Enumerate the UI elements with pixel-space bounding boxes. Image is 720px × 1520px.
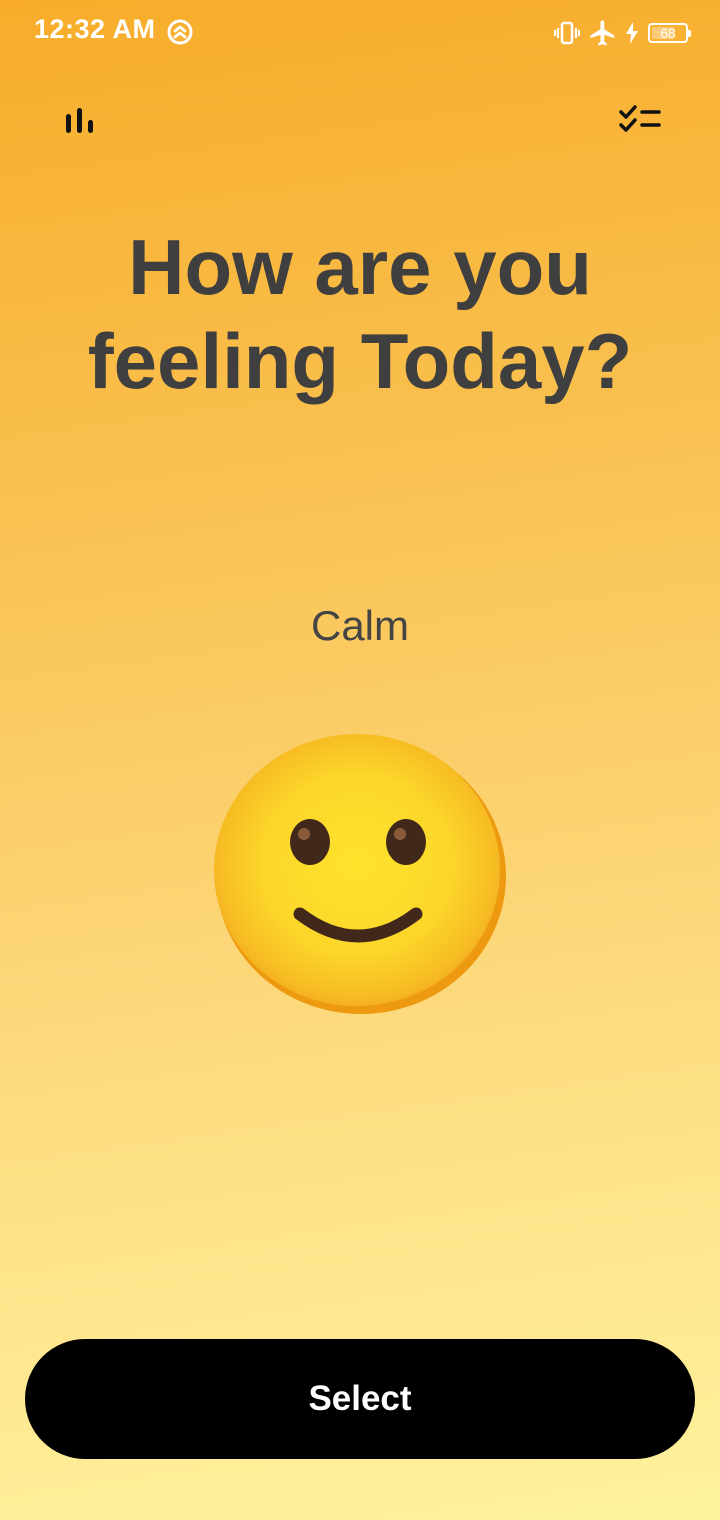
bar-chart-icon: [66, 108, 93, 133]
battery-level: 68: [660, 25, 676, 41]
title-line-1: How are you: [128, 223, 592, 311]
title-line-2: feeling Today?: [87, 317, 633, 405]
mood-label: Calm: [310, 602, 409, 649]
airplane-icon: [590, 20, 615, 46]
vibrate-icon: [554, 21, 580, 45]
status-time: 12:32 AM: [34, 14, 156, 44]
select-button[interactable]: Select: [25, 1339, 695, 1459]
sync-icon: [167, 19, 193, 45]
checklist-button[interactable]: [612, 96, 668, 144]
charging-icon: [626, 22, 638, 44]
page-title: How are you feeling Today?: [0, 220, 720, 408]
status-icons: 68: [554, 16, 691, 50]
status-bar: 12:32 AM 68: [0, 0, 720, 66]
checklist-icon: [619, 105, 661, 132]
stats-button[interactable]: [58, 100, 102, 144]
battery-icon: 68: [648, 23, 691, 43]
smiling-face-icon[interactable]: [212, 732, 506, 1016]
